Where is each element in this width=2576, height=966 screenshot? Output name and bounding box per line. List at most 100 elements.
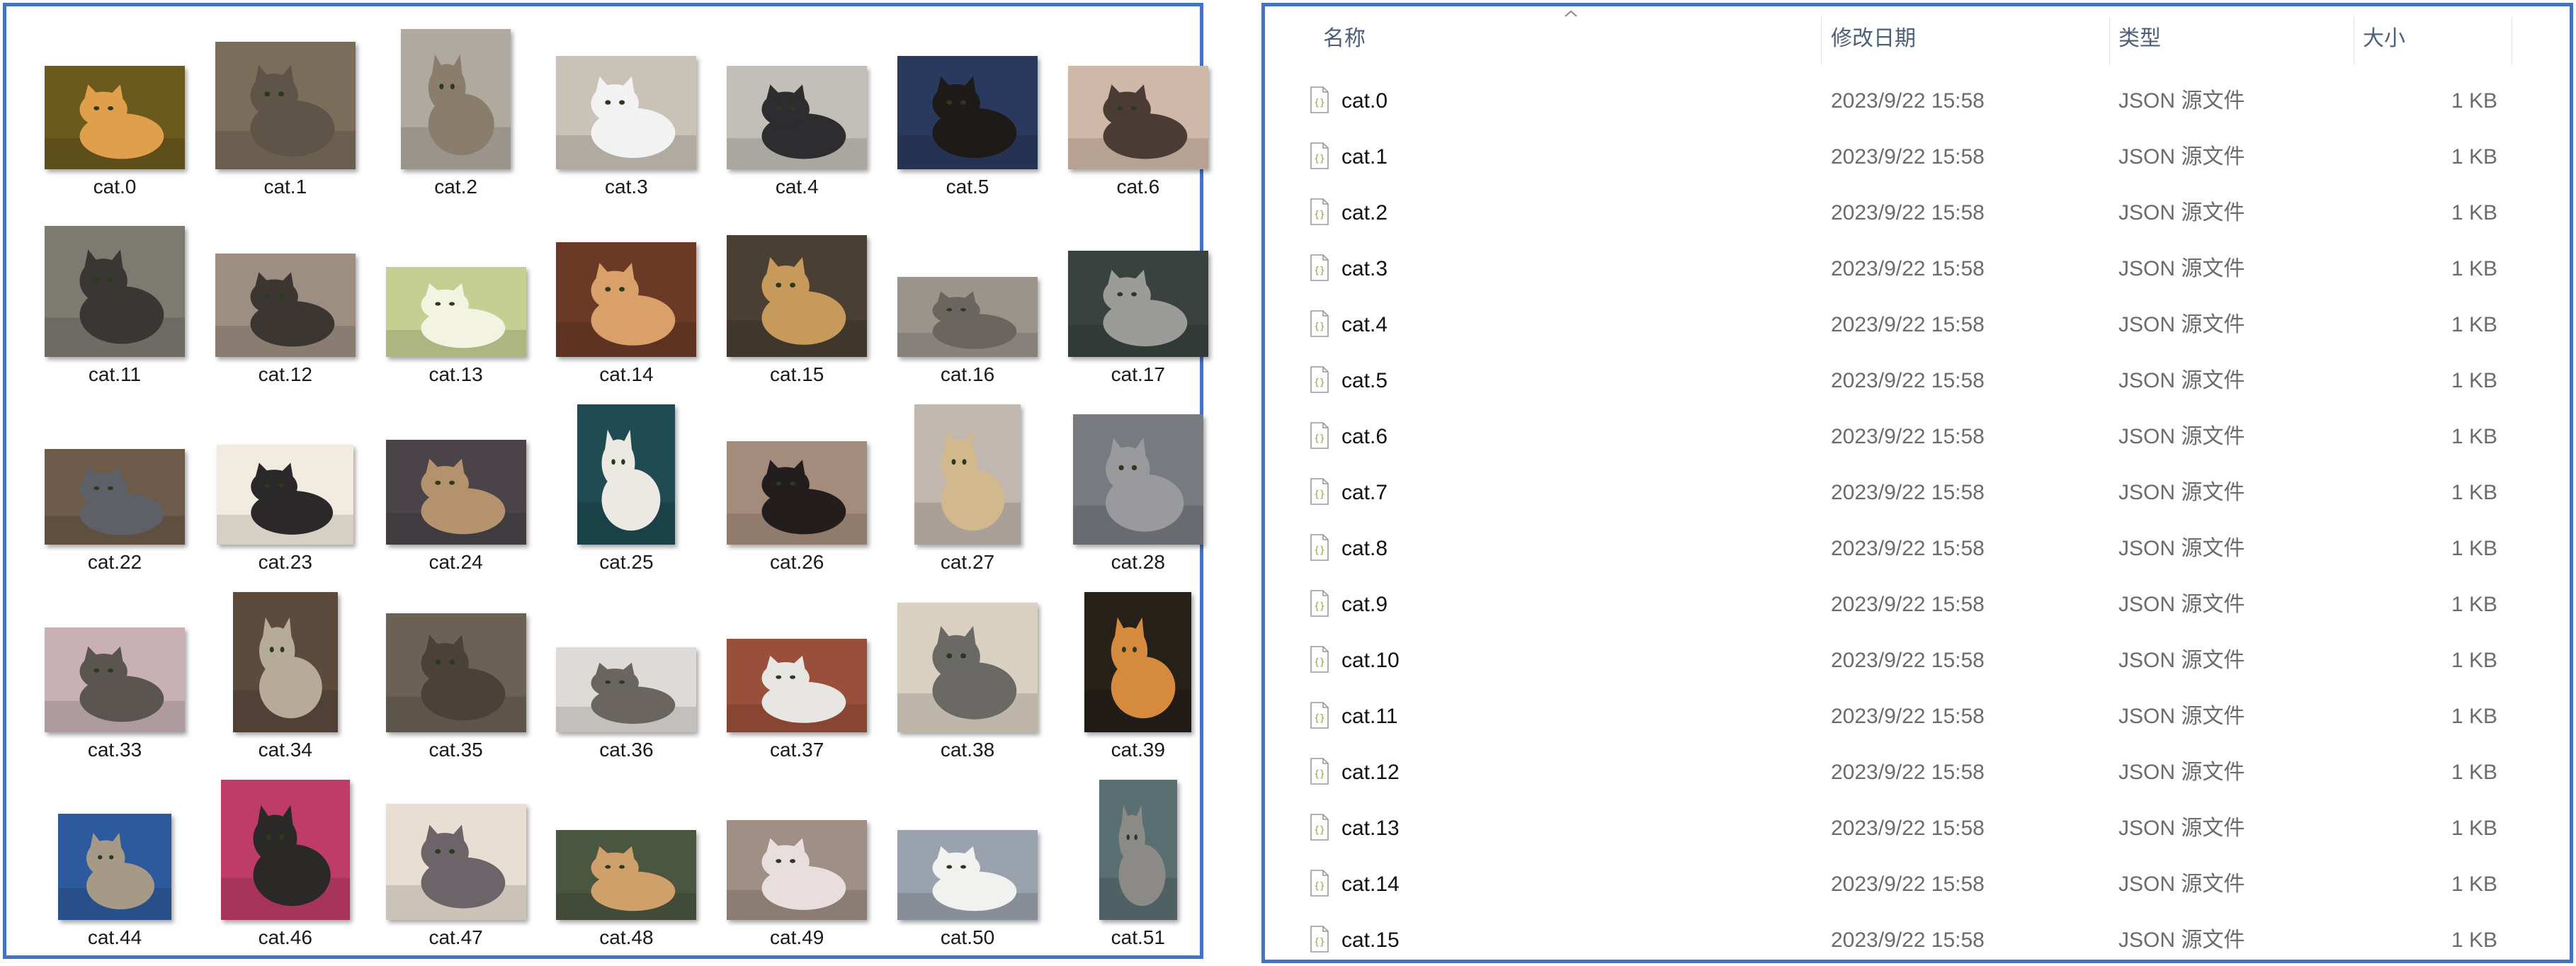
column-header-type[interactable]: 类型 <box>2118 6 2345 67</box>
gallery-tile[interactable]: cat.12 <box>201 200 370 387</box>
file-name: cat.9 <box>1341 593 1388 616</box>
file-row[interactable]: {} cat.6 2023/9/22 15:58 JSON 源文件 1 KB <box>1265 409 2570 465</box>
file-type: JSON 源文件 <box>2118 89 2245 113</box>
file-row[interactable]: {} cat.3 2023/9/22 15:58 JSON 源文件 1 KB <box>1265 241 2570 297</box>
json-file-icon: {} <box>1310 814 1329 841</box>
file-row[interactable]: {} cat.2 2023/9/22 15:58 JSON 源文件 1 KB <box>1265 185 2570 241</box>
file-name: cat.14 <box>1341 873 1400 896</box>
gallery-tile[interactable]: cat.27 <box>883 387 1052 575</box>
gallery-tile[interactable]: cat.51 <box>1054 763 1222 950</box>
gallery-tile[interactable]: cat.5 <box>883 12 1052 200</box>
gallery-tile[interactable]: cat.48 <box>542 763 710 950</box>
gallery-tile[interactable]: cat.13 <box>372 200 540 387</box>
thumbnail-gallery-panel: cat.0 cat.1 cat.2 cat.3 cat.4 cat.5 cat.6 cat.1… <box>3 3 1208 959</box>
file-modified-date: 2023/9/22 15:58 <box>1831 145 1985 169</box>
cat-photo-thumbnail <box>556 242 697 357</box>
gallery-tile[interactable]: cat.1 <box>201 12 370 200</box>
gallery-tile[interactable]: cat.3 <box>542 12 710 200</box>
gallery-tile[interactable]: cat.38 <box>883 575 1052 763</box>
column-divider[interactable] <box>1821 16 1822 64</box>
gallery-tile[interactable]: cat.50 <box>883 763 1052 950</box>
gallery-tile-label: cat.47 <box>429 926 483 948</box>
gallery-tile[interactable]: cat.2 <box>372 12 540 200</box>
file-name: cat.15 <box>1341 928 1400 952</box>
file-size: 1 KB <box>2451 705 2497 728</box>
gallery-tile[interactable]: cat.0 <box>30 12 199 200</box>
file-row[interactable]: {} cat.15 2023/9/22 15:58 JSON 源文件 1 KB <box>1265 912 2570 960</box>
gallery-tile[interactable]: cat.4 <box>713 12 881 200</box>
cat-photo-thumbnail <box>1084 592 1192 732</box>
gallery-tile[interactable]: cat.44 <box>30 763 199 950</box>
file-row[interactable]: {} cat.9 2023/9/22 15:58 JSON 源文件 1 KB <box>1265 576 2570 632</box>
gallery-tile[interactable]: cat.16 <box>883 200 1052 387</box>
column-header-size[interactable]: 大小 <box>2363 6 2504 67</box>
gallery-tile-label: cat.48 <box>599 926 654 948</box>
gallery-tile[interactable]: cat.11 <box>30 200 199 387</box>
gallery-tile[interactable]: cat.36 <box>542 575 710 763</box>
file-modified-date: 2023/9/22 15:58 <box>1831 537 1985 560</box>
file-row[interactable]: {} cat.0 2023/9/22 15:58 JSON 源文件 1 KB <box>1265 73 2570 129</box>
gallery-tile-label: cat.28 <box>1111 551 1165 573</box>
svg-text:{}: {} <box>1314 154 1325 164</box>
cat-photo-thumbnail <box>556 647 697 732</box>
gallery-tile[interactable]: cat.22 <box>30 387 199 575</box>
gallery-tile[interactable]: cat.46 <box>201 763 370 950</box>
file-row[interactable]: {} cat.11 2023/9/22 15:58 JSON 源文件 1 KB <box>1265 688 2570 744</box>
file-type: JSON 源文件 <box>2118 201 2245 225</box>
file-modified-date: 2023/9/22 15:58 <box>1831 89 1985 113</box>
cat-photo-thumbnail <box>577 404 676 545</box>
cat-photo-thumbnail <box>914 404 1021 545</box>
gallery-tile-label: cat.27 <box>940 551 995 573</box>
gallery-tile[interactable]: cat.24 <box>372 387 540 575</box>
column-divider[interactable] <box>2109 16 2110 64</box>
gallery-tile[interactable]: cat.33 <box>30 575 199 763</box>
file-row[interactable]: {} cat.12 2023/9/22 15:58 JSON 源文件 1 KB <box>1265 744 2570 800</box>
json-file-icon: {} <box>1310 478 1329 505</box>
gallery-tile-label: cat.26 <box>770 551 824 573</box>
file-type: JSON 源文件 <box>2118 537 2245 560</box>
gallery-tile[interactable]: cat.35 <box>372 575 540 763</box>
gallery-tile-label: cat.4 <box>775 176 819 198</box>
file-name: cat.10 <box>1341 649 1400 672</box>
gallery-tile[interactable]: cat.23 <box>201 387 370 575</box>
gallery-tile[interactable]: cat.34 <box>201 575 370 763</box>
gallery-tile[interactable]: cat.39 <box>1054 575 1222 763</box>
json-file-icon: {} <box>1310 590 1329 617</box>
file-name: cat.4 <box>1341 313 1388 336</box>
gallery-tile-label: cat.17 <box>1111 363 1165 385</box>
column-header-date[interactable]: 修改日期 <box>1831 6 2100 67</box>
file-modified-date: 2023/9/22 15:58 <box>1831 873 1985 896</box>
file-type: JSON 源文件 <box>2118 145 2245 169</box>
file-row[interactable]: {} cat.14 2023/9/22 15:58 JSON 源文件 1 KB <box>1265 856 2570 912</box>
cat-photo-thumbnail <box>897 56 1038 169</box>
file-size: 1 KB <box>2451 537 2497 560</box>
gallery-tile[interactable]: cat.6 <box>1054 12 1222 200</box>
gallery-tile[interactable]: cat.14 <box>542 200 710 387</box>
gallery-tile[interactable]: cat.26 <box>713 387 881 575</box>
file-name: cat.3 <box>1341 257 1388 280</box>
gallery-tile[interactable]: cat.37 <box>713 575 881 763</box>
gallery-tile[interactable]: cat.15 <box>713 200 881 387</box>
file-size: 1 KB <box>2451 201 2497 225</box>
gallery-tile-label: cat.49 <box>770 926 824 948</box>
cat-photo-thumbnail <box>401 29 511 169</box>
file-row[interactable]: {} cat.8 2023/9/22 15:58 JSON 源文件 1 KB <box>1265 521 2570 576</box>
gallery-tile[interactable]: cat.28 <box>1054 387 1222 575</box>
file-row[interactable]: {} cat.4 2023/9/22 15:58 JSON 源文件 1 KB <box>1265 297 2570 353</box>
column-header-name[interactable]: 名称 <box>1323 6 1663 67</box>
gallery-tile[interactable]: cat.47 <box>372 763 540 950</box>
file-row[interactable]: {} cat.5 2023/9/22 15:58 JSON 源文件 1 KB <box>1265 353 2570 409</box>
file-row[interactable]: {} cat.7 2023/9/22 15:58 JSON 源文件 1 KB <box>1265 465 2570 521</box>
file-row[interactable]: {} cat.10 2023/9/22 15:58 JSON 源文件 1 KB <box>1265 632 2570 688</box>
file-size: 1 KB <box>2451 817 2497 840</box>
json-file-icon: {} <box>1310 86 1329 113</box>
gallery-tile[interactable]: cat.25 <box>542 387 710 575</box>
file-row[interactable]: {} cat.13 2023/9/22 15:58 JSON 源文件 1 KB <box>1265 800 2570 856</box>
gallery-tile[interactable]: cat.17 <box>1054 200 1222 387</box>
gallery-tile-label: cat.51 <box>1111 926 1165 948</box>
gallery-tile[interactable]: cat.49 <box>713 763 881 950</box>
file-modified-date: 2023/9/22 15:58 <box>1831 705 1985 728</box>
file-modified-date: 2023/9/22 15:58 <box>1831 313 1985 336</box>
file-row[interactable]: {} cat.1 2023/9/22 15:58 JSON 源文件 1 KB <box>1265 129 2570 185</box>
file-name: cat.8 <box>1341 537 1388 560</box>
